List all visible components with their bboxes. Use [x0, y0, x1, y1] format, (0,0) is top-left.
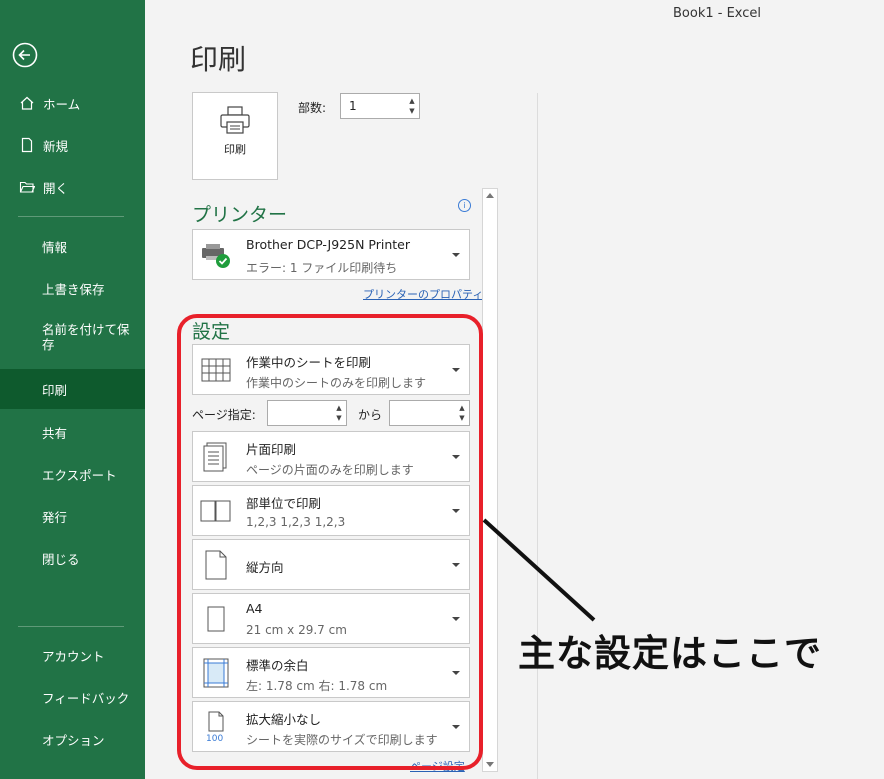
sidebar-item-save-as[interactable]: 名前を付けて保存 — [0, 318, 145, 362]
callout-line — [482, 518, 596, 622]
sidebar-item-open[interactable]: 開く — [0, 168, 145, 206]
sidebar-item-feedback[interactable]: フィードバック — [0, 678, 145, 716]
new-document-icon — [18, 136, 36, 154]
copies-value: 1 — [349, 99, 357, 113]
home-icon — [18, 94, 36, 112]
open-folder-icon — [18, 178, 36, 196]
sidebar-item-info[interactable]: 情報 — [0, 227, 145, 265]
window-title: Book1 - Excel — [673, 6, 762, 21]
copies-input[interactable]: 1 ▲ ▼ — [340, 93, 420, 119]
back-button[interactable] — [12, 42, 38, 68]
printer-dropdown[interactable]: Brother DCP-J925N Printer エラー: 1 ファイル印刷待… — [192, 229, 470, 280]
sidebar-item-new[interactable]: 新規 — [0, 126, 145, 164]
scroll-up-icon[interactable] — [486, 193, 494, 198]
sidebar-item-share[interactable]: 共有 — [0, 413, 145, 451]
info-icon[interactable]: i — [458, 199, 471, 212]
print-button[interactable]: 印刷 — [192, 92, 278, 180]
chevron-down-icon — [452, 253, 460, 257]
sidebar-item-home[interactable]: ホーム — [0, 84, 145, 122]
page-title: 印刷 — [190, 43, 247, 76]
sidebar-item-export[interactable]: エクスポート — [0, 455, 145, 493]
scroll-down-icon[interactable] — [486, 762, 494, 767]
annotation-text: 主な設定はここで — [518, 632, 822, 675]
sidebar-item-save[interactable]: 上書き保存 — [0, 269, 145, 307]
print-button-label: 印刷 — [224, 143, 246, 156]
printer-name: Brother DCP-J925N Printer — [246, 237, 410, 252]
printer-icon — [220, 106, 250, 134]
sidebar-item-publish[interactable]: 発行 — [0, 497, 145, 535]
sidebar-item-close[interactable]: 閉じる — [0, 539, 145, 577]
sidebar-item-options[interactable]: オプション — [0, 720, 145, 758]
sidebar-item-print[interactable]: 印刷 — [0, 369, 145, 409]
printer-properties-link[interactable]: プリンターのプロパティ — [363, 286, 483, 302]
printer-status-icon — [200, 239, 232, 271]
printer-section-title: プリンター — [192, 204, 288, 226]
settings-highlight-box — [177, 314, 483, 770]
printer-status: エラー: 1 ファイル印刷待ち — [246, 261, 398, 275]
copies-label: 部数: — [298, 101, 327, 115]
sidebar-divider — [18, 216, 124, 217]
settings-scrollbar[interactable] — [482, 188, 498, 772]
sidebar-item-account[interactable]: アカウント — [0, 636, 145, 674]
backstage-sidebar: ホーム 新規 開く 情報 上書き保存 名前を付けて保存 印刷 共有 エクスポート… — [0, 0, 145, 779]
scroll-thumb[interactable] — [485, 205, 495, 753]
copies-spinner[interactable]: ▲ ▼ — [407, 96, 417, 116]
sidebar-divider — [18, 626, 124, 627]
back-arrow-icon — [12, 42, 38, 68]
